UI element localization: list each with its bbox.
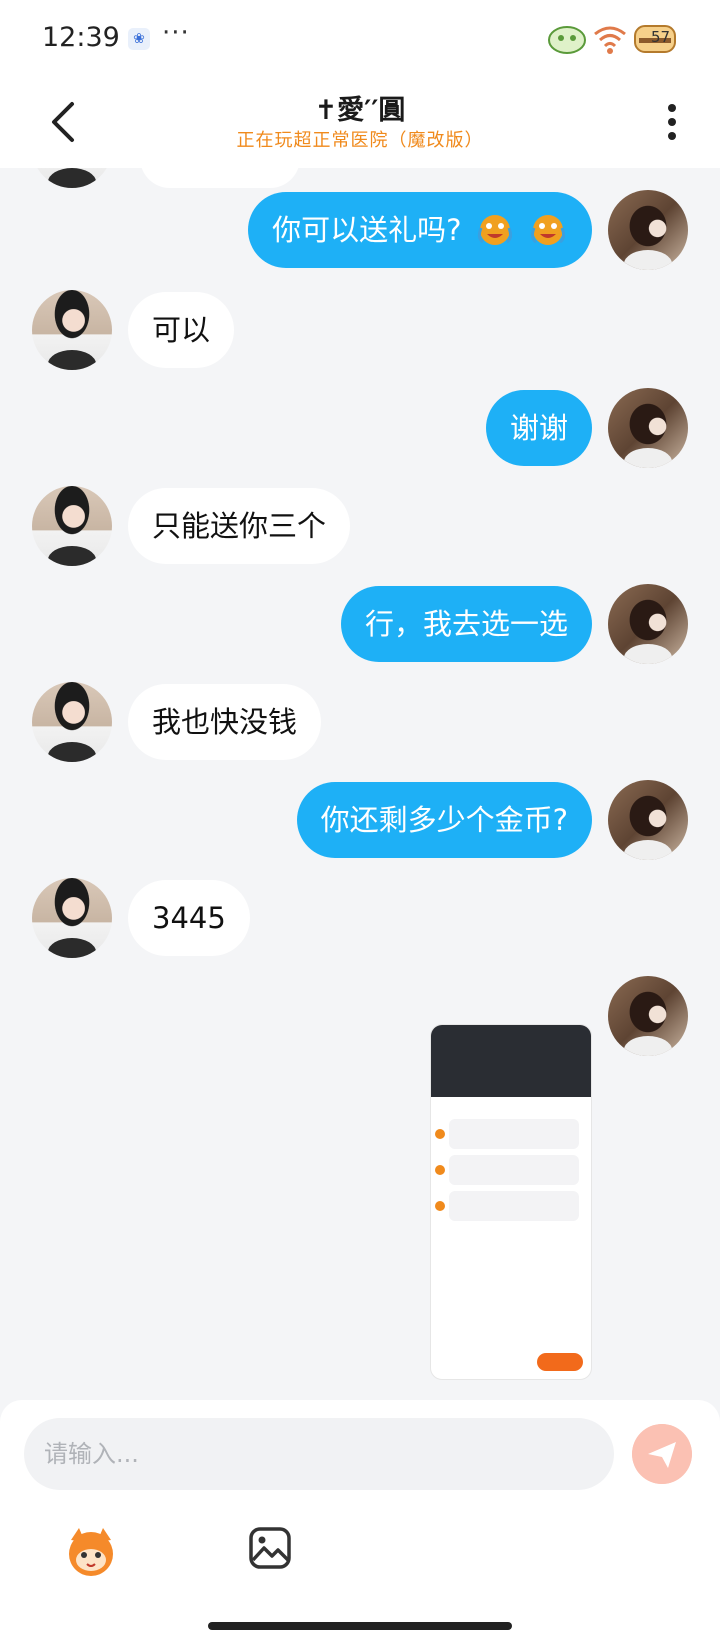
image-button bbox=[537, 1353, 583, 1371]
image-picker-icon[interactable] bbox=[248, 1526, 292, 1570]
check-icon bbox=[435, 1201, 445, 1211]
crying-emoji-icon bbox=[477, 215, 512, 245]
paw-notification-icon: ❀ bbox=[128, 28, 150, 50]
message-bubble-me[interactable]: 你还剩多少个金币? bbox=[296, 782, 592, 858]
crying-emoji-icon bbox=[530, 215, 566, 245]
image-row bbox=[449, 1155, 579, 1185]
image-row bbox=[449, 1191, 579, 1221]
emoji-mascot-icon[interactable] bbox=[62, 1522, 120, 1580]
send-icon[interactable] bbox=[632, 1424, 692, 1484]
avatar-other[interactable] bbox=[32, 486, 112, 566]
avatar-me[interactable] bbox=[608, 190, 688, 270]
more-options-icon[interactable] bbox=[662, 100, 682, 144]
chat-header: ✝愛′′圓 正在玩超正常医院（魔改版） bbox=[0, 80, 720, 168]
message-input[interactable]: 请输入... bbox=[24, 1418, 614, 1490]
battery-level: 57 bbox=[651, 28, 671, 46]
message-list[interactable]: 你可以送礼吗? 可以 谢谢 只能送你三个 行，我去选一选 我也快没钱 你还剩多少… bbox=[0, 168, 720, 1400]
image-dark-header bbox=[431, 1025, 591, 1097]
avatar-me[interactable] bbox=[608, 976, 688, 1056]
system-icons: 57 bbox=[547, 20, 682, 58]
message-bubble-partial bbox=[140, 168, 300, 188]
more-notifications-icon: ··· bbox=[162, 18, 190, 48]
avatar-other[interactable] bbox=[32, 682, 112, 762]
image-message[interactable] bbox=[430, 1024, 592, 1380]
avatar-me[interactable] bbox=[608, 584, 688, 664]
status-bar: 12:39 ❀ ··· 57 bbox=[0, 0, 720, 80]
message-bubble-me[interactable]: 你可以送礼吗? bbox=[248, 192, 592, 268]
image-row bbox=[449, 1119, 579, 1149]
message-bubble-other[interactable]: 我也快没钱 bbox=[128, 684, 322, 760]
avatar-other[interactable] bbox=[32, 878, 112, 958]
avatar-other[interactable] bbox=[32, 290, 112, 370]
composer: 请输入... bbox=[0, 1400, 720, 1640]
avatar-me[interactable] bbox=[608, 388, 688, 468]
wifi-icon bbox=[594, 26, 626, 54]
message-bubble-me[interactable]: 谢谢 bbox=[485, 390, 592, 466]
avatar-other[interactable] bbox=[32, 168, 112, 188]
signal-icon bbox=[548, 26, 586, 54]
check-icon bbox=[435, 1129, 445, 1139]
message-bubble-other[interactable]: 可以 bbox=[128, 292, 235, 368]
contact-status[interactable]: 正在玩超正常医院（魔改版） bbox=[0, 126, 720, 152]
message-bubble-me[interactable]: 行，我去选一选 bbox=[340, 586, 592, 662]
message-bubble-other[interactable]: 3445 bbox=[128, 880, 250, 956]
home-indicator bbox=[208, 1622, 512, 1630]
check-icon bbox=[435, 1165, 445, 1175]
message-text: 你可以送礼吗? bbox=[272, 213, 462, 247]
message-bubble-other[interactable]: 只能送你三个 bbox=[128, 488, 351, 564]
contact-name: ✝愛′′圓 bbox=[314, 95, 406, 126]
status-time: 12:39 bbox=[42, 22, 120, 53]
avatar-me[interactable] bbox=[608, 780, 688, 860]
